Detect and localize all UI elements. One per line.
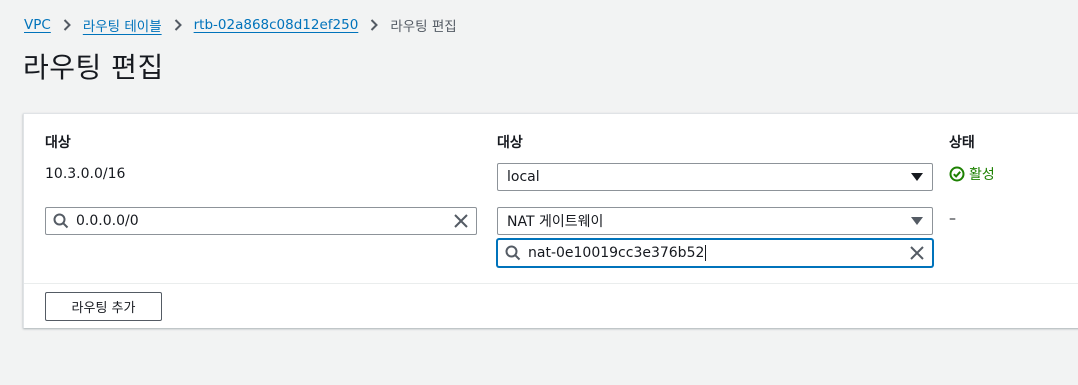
divider [24, 283, 1078, 284]
chevron-right-icon [51, 15, 83, 35]
caret-down-icon [902, 173, 932, 181]
destination-input[interactable]: 0.0.0.0/0 [45, 207, 477, 235]
column-header-target: 대상 [497, 135, 523, 151]
add-route-button[interactable]: 라우팅 추가 [45, 292, 162, 321]
column-header-destination: 대상 [45, 135, 71, 151]
page-title: 라우팅 편집 [23, 51, 164, 84]
route-status-empty: – [949, 211, 956, 227]
breadcrumb-link-route-tables[interactable]: 라우팅 테이블 [83, 15, 162, 35]
route-status: 활성 [949, 164, 995, 184]
destination-input-value: 0.0.0.0/0 [76, 213, 139, 229]
target-id-input-value: nat-0e10019cc3e376b52 [528, 245, 707, 261]
search-icon [498, 245, 528, 261]
breadcrumb-current: 라우팅 편집 [390, 19, 457, 35]
target-type-value: local [507, 169, 540, 185]
search-icon [46, 213, 76, 229]
target-type-select[interactable]: local [497, 163, 933, 191]
caret-down-icon [902, 217, 932, 225]
column-header-status: 상태 [949, 135, 975, 151]
chevron-right-icon [162, 15, 194, 35]
breadcrumb: VPC 라우팅 테이블 rtb-02a868c08d12ef250 라우팅 편집 [24, 15, 457, 35]
close-icon[interactable] [902, 246, 932, 260]
check-circle-icon [949, 166, 965, 182]
close-icon[interactable] [446, 214, 476, 228]
chevron-right-icon [358, 15, 390, 35]
route-destination-static: 10.3.0.0/16 [45, 166, 126, 182]
breadcrumb-link-route-table-id[interactable]: rtb-02a868c08d12ef250 [194, 17, 359, 33]
breadcrumb-link-vpc[interactable]: VPC [24, 17, 51, 33]
routes-panel: 대상 대상 상태 10.3.0.0/16 local 활성 0.0.0.0/0 … [23, 113, 1078, 328]
target-type-select[interactable]: NAT 게이트웨이 [497, 207, 933, 235]
target-id-search-input[interactable]: nat-0e10019cc3e376b52 [497, 239, 933, 267]
target-type-value: NAT 게이트웨이 [507, 214, 604, 230]
route-status-text: 활성 [969, 167, 995, 183]
